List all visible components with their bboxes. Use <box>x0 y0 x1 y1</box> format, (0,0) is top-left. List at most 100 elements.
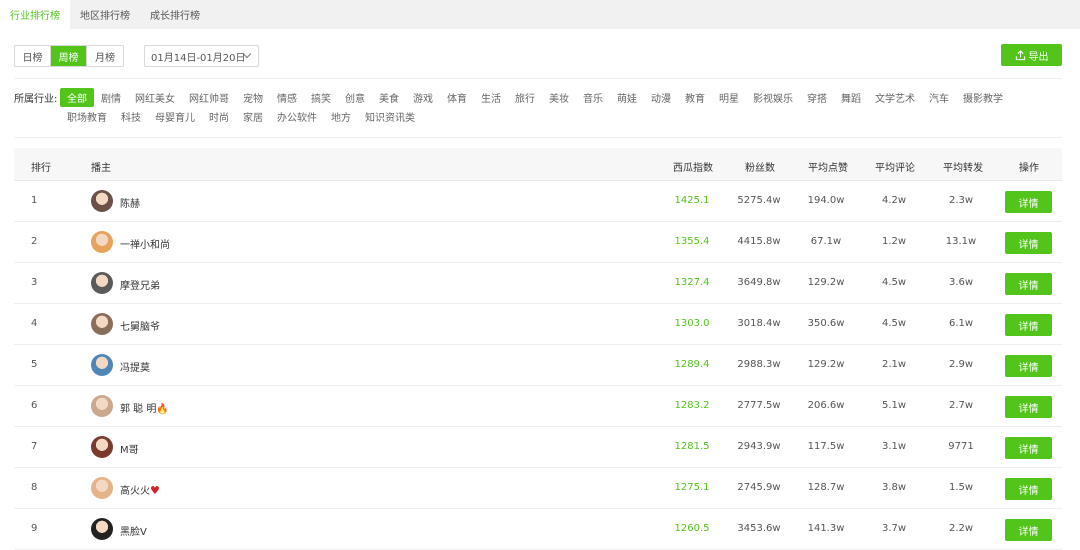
avatar[interactable] <box>91 313 113 335</box>
host-name[interactable]: 陈赫 <box>120 195 140 210</box>
industry-chip[interactable]: 舞蹈 <box>834 88 868 107</box>
avg-likes-cell: 350.6w <box>807 318 845 329</box>
avg-comments-cell: 3.7w <box>881 523 907 534</box>
detail-button[interactable]: 详情 <box>1005 232 1052 254</box>
period-monthly-button[interactable]: 月榜 <box>87 46 123 66</box>
rank-cell: 4 <box>31 318 38 329</box>
avg-shares-cell: 6.1w <box>948 318 974 329</box>
col-fans: 粉丝数 <box>745 163 775 174</box>
industry-chip[interactable]: 影视娱乐 <box>746 88 800 107</box>
detail-button[interactable]: 详情 <box>1005 478 1052 500</box>
host-name-text: 黑脸V <box>120 527 147 538</box>
industry-chip[interactable]: 生活 <box>474 88 508 107</box>
industry-chip[interactable]: 网红美女 <box>128 88 182 107</box>
period-daily-button[interactable]: 日榜 <box>15 46 51 66</box>
col-xigua-index: 西瓜指数 <box>673 163 713 174</box>
host-name[interactable]: 郭 聪 明🔥 <box>120 400 169 415</box>
host-name[interactable]: 冯提莫 <box>120 359 150 374</box>
industry-chip[interactable]: 明星 <box>712 88 746 107</box>
host-name[interactable]: 七舅脑爷 <box>120 318 160 333</box>
industry-chip[interactable]: 动漫 <box>644 88 678 107</box>
host-name[interactable]: 一禅小和尚 <box>120 236 170 251</box>
industry-chip[interactable]: 宠物 <box>236 88 270 107</box>
industry-chip[interactable]: 体育 <box>440 88 474 107</box>
avatar[interactable] <box>91 477 113 499</box>
fans-cell: 5275.4w <box>737 195 781 206</box>
industry-chip[interactable]: 科技 <box>114 107 148 126</box>
table-body: 1 陈赫 1425.1 5275.4w 194.0w 4.2w 2.3w 详情 2 一禅小和尚 13… <box>14 181 1062 550</box>
industry-chip[interactable]: 旅行 <box>508 88 542 107</box>
avatar[interactable] <box>91 518 113 540</box>
col-avg-comments: 平均评论 <box>875 163 915 174</box>
industry-chip[interactable]: 萌娃 <box>610 88 644 107</box>
detail-button[interactable]: 详情 <box>1005 191 1052 213</box>
period-switch: 日榜 周榜 月榜 <box>14 45 124 67</box>
rank-cell: 8 <box>31 482 38 493</box>
industry-chip[interactable]: 游戏 <box>406 88 440 107</box>
divider <box>14 137 1062 138</box>
filter-controls: 日榜 周榜 月榜 01月14日-01月20日 导出 <box>14 44 1062 68</box>
fans-cell: 2745.9w <box>737 482 781 493</box>
avatar[interactable] <box>91 190 113 212</box>
avg-shares-cell: 2.7w <box>948 400 974 411</box>
industry-chip[interactable]: 知识资讯类 <box>358 107 422 126</box>
industry-chip[interactable]: 情感 <box>270 88 304 107</box>
export-button[interactable]: 导出 <box>1001 44 1062 66</box>
col-action: 操作 <box>1019 163 1039 174</box>
host-name[interactable]: M哥 <box>120 441 139 456</box>
host-name-text: 摩登兄弟 <box>120 281 160 292</box>
industry-chip[interactable]: 穿搭 <box>800 88 834 107</box>
table-row: 7 M哥 1281.5 2943.9w 117.5w 3.1w 9771 详情 <box>14 427 1062 468</box>
industry-chip[interactable]: 剧情 <box>94 88 128 107</box>
industry-chip[interactable]: 教育 <box>678 88 712 107</box>
date-range-select[interactable]: 01月14日-01月20日 <box>144 45 259 67</box>
export-label: 导出 <box>1028 51 1049 63</box>
industry-chip[interactable]: 搞笑 <box>304 88 338 107</box>
table-row: 8 高火火♥ 1275.1 2745.9w 128.7w 3.8w 1.5w 详情 <box>14 468 1062 509</box>
fans-cell: 2943.9w <box>737 441 781 452</box>
avatar[interactable] <box>91 354 113 376</box>
industry-chip[interactable]: 地方 <box>324 107 358 126</box>
detail-button[interactable]: 详情 <box>1005 396 1052 418</box>
industry-chip[interactable]: 家居 <box>236 107 270 126</box>
industry-chip[interactable]: 美妆 <box>542 88 576 107</box>
host-name[interactable]: 高火火♥ <box>120 482 160 497</box>
detail-button[interactable]: 详情 <box>1005 314 1052 336</box>
avatar[interactable] <box>91 395 113 417</box>
industry-chip[interactable]: 音乐 <box>576 88 610 107</box>
industry-chip[interactable]: 文学艺术 <box>868 88 922 107</box>
avg-shares-cell: 2.3w <box>948 195 974 206</box>
xigua-index-cell: 1283.2 <box>674 400 710 411</box>
industry-chip[interactable]: 办公软件 <box>270 107 324 126</box>
avatar[interactable] <box>91 272 113 294</box>
industry-chip[interactable]: 母婴育儿 <box>148 107 202 126</box>
tab-growth-ranking[interactable]: 成长排行榜 <box>140 0 210 29</box>
host-name-text: 冯提莫 <box>120 363 150 374</box>
detail-button[interactable]: 详情 <box>1005 519 1052 541</box>
avg-comments-cell: 3.1w <box>881 441 907 452</box>
detail-button[interactable]: 详情 <box>1005 273 1052 295</box>
period-weekly-button[interactable]: 周榜 <box>51 46 87 66</box>
fans-cell: 2777.5w <box>737 400 781 411</box>
tab-region-ranking[interactable]: 地区排行榜 <box>70 0 140 29</box>
industry-label: 所属行业: <box>14 94 58 105</box>
avatar[interactable] <box>91 231 113 253</box>
industry-chip[interactable]: 网红帅哥 <box>182 88 236 107</box>
detail-button[interactable]: 详情 <box>1005 355 1052 377</box>
detail-button[interactable]: 详情 <box>1005 437 1052 459</box>
avg-comments-cell: 1.2w <box>881 236 907 247</box>
industry-chip[interactable]: 创意 <box>338 88 372 107</box>
avg-shares-cell: 2.9w <box>948 359 974 370</box>
avg-shares-cell: 1.5w <box>948 482 974 493</box>
industry-row-1: 全部 剧情 网红美女 网红帅哥 宠物 情感 搞笑 创意 美食 游戏 体育 生活 旅行 美妆 音乐 萌娃 动漫 教育… <box>60 88 1010 107</box>
industry-chip[interactable]: 汽车 <box>922 88 956 107</box>
industry-chip[interactable]: 摄影教学 <box>956 88 1010 107</box>
industry-chip[interactable]: 时尚 <box>202 107 236 126</box>
tab-industry-ranking[interactable]: 行业排行榜 <box>0 0 70 29</box>
host-name[interactable]: 摩登兄弟 <box>120 277 160 292</box>
industry-row-2: 职场教育 科技 母婴育儿 时尚 家居 办公软件 地方 知识资讯类 <box>60 107 422 126</box>
industry-chip[interactable]: 美食 <box>372 88 406 107</box>
industry-chip[interactable]: 全部 <box>60 88 94 107</box>
industry-chip[interactable]: 职场教育 <box>60 107 114 126</box>
avatar[interactable] <box>91 436 113 458</box>
